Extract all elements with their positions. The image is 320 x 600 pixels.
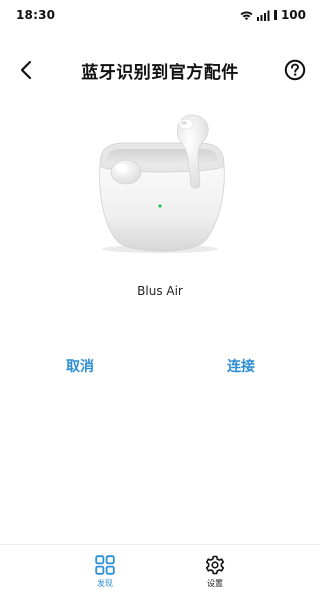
grid-icon	[95, 555, 115, 575]
nav-item-settings[interactable]: 设置	[185, 555, 245, 589]
device-name: Blus Air	[137, 284, 183, 298]
back-button[interactable]	[12, 56, 40, 84]
earbuds-case-image	[92, 106, 232, 256]
page-title: 蓝牙识别到官方配件	[81, 63, 239, 83]
signal-icon	[256, 10, 270, 21]
nav-label-settings: 设置	[207, 579, 223, 588]
wifi-icon	[240, 11, 253, 20]
nav-item-discover[interactable]: 发现	[75, 555, 135, 589]
status-time: 18:30	[16, 8, 56, 22]
help-button[interactable]	[282, 57, 308, 83]
help-circle-icon	[284, 59, 306, 81]
cancel-button[interactable]: 取消	[66, 356, 94, 376]
battery-level: 100	[280, 8, 306, 22]
gear-icon	[205, 555, 225, 575]
chevron-left-icon	[20, 60, 32, 80]
bottom-nav: 发现 设置	[0, 544, 320, 600]
status-indicators: 100	[240, 8, 306, 22]
earbuds-case-graphic	[99, 114, 225, 253]
nav-label-discover: 发现	[97, 579, 113, 588]
status-bar: 18:30 100	[0, 0, 320, 32]
connect-button[interactable]: 连接	[227, 356, 255, 376]
screen: 18:30 100 蓝牙识别到官方配件 Blus Air 取消 连接 发现 设置	[0, 0, 320, 600]
header: 蓝牙识别到官方配件	[0, 50, 320, 90]
battery-icon	[273, 10, 277, 20]
